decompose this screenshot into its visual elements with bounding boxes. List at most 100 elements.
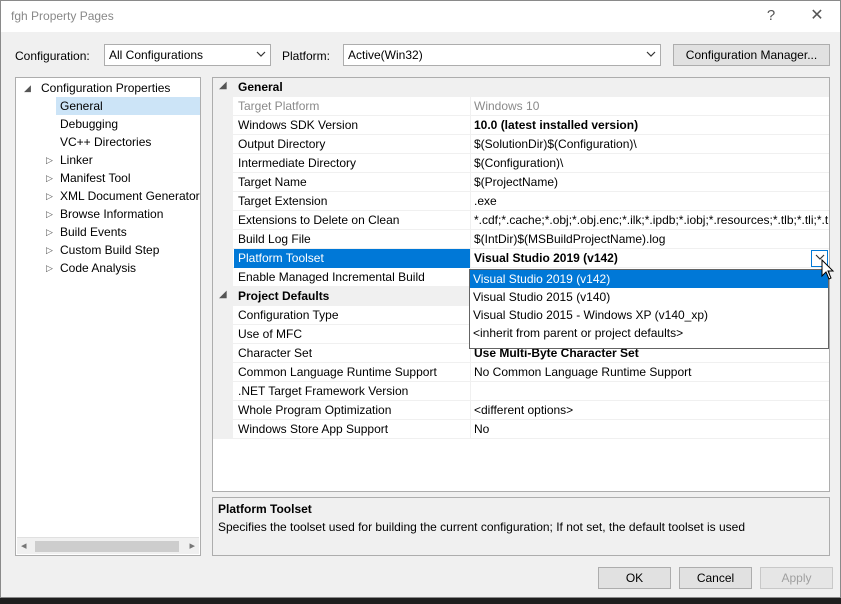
property-row[interactable]: Target Extension .exe xyxy=(213,192,829,211)
property-name: Platform Toolset xyxy=(238,251,324,265)
tree-item-vc-directories[interactable]: VC++ Directories xyxy=(56,133,200,151)
row-gutter xyxy=(213,116,233,135)
configuration-value: All Configurations xyxy=(109,48,204,62)
property-value: $(Configuration)\ xyxy=(474,156,564,170)
ok-button[interactable]: OK xyxy=(598,567,671,589)
property-value: $(IntDir)$(MSBuildProjectName).log xyxy=(474,232,666,246)
column-divider xyxy=(470,401,471,420)
tree-item-label: VC++ Directories xyxy=(60,135,152,149)
expand-icon[interactable]: ▷ xyxy=(46,205,53,223)
collapse-icon[interactable]: ◢ xyxy=(219,80,227,91)
property-row[interactable]: Output Directory $(SolutionDir)$(Configu… xyxy=(213,135,829,154)
property-name: .NET Target Framework Version xyxy=(238,384,409,398)
property-row[interactable]: Windows SDK Version 10.0 (latest install… xyxy=(213,116,829,135)
tree-item-xml-document-generator[interactable]: ▷ XML Document Generator xyxy=(42,187,200,205)
close-icon[interactable]: ✕ xyxy=(803,5,831,27)
tree-item-label: XML Document Generator xyxy=(60,189,200,203)
configuration-manager-button[interactable]: Configuration Manager... xyxy=(673,44,830,66)
scrollbar-thumb[interactable] xyxy=(35,541,179,552)
tree-item-manifest-tool[interactable]: ▷ Manifest Tool xyxy=(42,169,200,187)
scroll-left-icon[interactable]: ◂ xyxy=(21,539,27,552)
platform-value: Active(Win32) xyxy=(348,48,423,62)
column-divider xyxy=(470,211,471,230)
expand-icon[interactable]: ▷ xyxy=(46,259,53,277)
dropdown-option[interactable]: Visual Studio 2019 (v142) xyxy=(470,270,828,288)
expand-icon[interactable]: ▷ xyxy=(46,151,53,169)
row-gutter xyxy=(213,401,233,420)
tree-item-label: Manifest Tool xyxy=(60,171,131,185)
property-row[interactable]: Windows Store App Support No xyxy=(213,420,829,439)
tree-item-linker[interactable]: ▷ Linker xyxy=(42,151,200,169)
property-row[interactable]: Build Log File $(IntDir)$(MSBuildProject… xyxy=(213,230,829,249)
property-value: 10.0 (latest installed version) xyxy=(474,118,639,132)
collapse-icon[interactable]: ◢ xyxy=(24,79,31,97)
column-divider xyxy=(470,230,471,249)
tree-item-code-analysis[interactable]: ▷ Code Analysis xyxy=(42,259,200,277)
tree-item-label: Browse Information xyxy=(60,207,164,221)
row-gutter xyxy=(213,382,233,401)
expand-icon[interactable]: ▷ xyxy=(46,169,53,187)
property-row[interactable]: Common Language Runtime Support No Commo… xyxy=(213,363,829,382)
tree-item-label: Configuration Properties xyxy=(41,81,171,95)
property-value: Windows 10 xyxy=(474,99,540,113)
row-gutter xyxy=(213,192,233,211)
property-name: Use of MFC xyxy=(238,327,303,341)
help-icon[interactable]: ? xyxy=(757,5,785,27)
category-label: Project Defaults xyxy=(238,289,330,303)
tree-item-build-events[interactable]: ▷ Build Events xyxy=(42,223,200,241)
row-gutter xyxy=(213,135,233,154)
window-title: fgh Property Pages xyxy=(11,9,114,23)
expand-icon[interactable]: ▷ xyxy=(46,223,53,241)
description-title: Platform Toolset xyxy=(218,502,312,516)
tree-item-debugging[interactable]: Debugging xyxy=(56,115,200,133)
dropdown-option[interactable]: Visual Studio 2015 (v140) xyxy=(470,288,828,306)
column-divider xyxy=(470,363,471,382)
property-name: Target Extension xyxy=(238,194,328,208)
property-row-platform-toolset[interactable]: Platform Toolset Visual Studio 2019 (v14… xyxy=(213,249,829,268)
mouse-cursor-icon xyxy=(821,259,835,280)
expand-icon[interactable]: ▷ xyxy=(46,241,53,259)
tree-item-label: Linker xyxy=(60,153,93,167)
property-name: Extensions to Delete on Clean xyxy=(238,213,400,227)
dropdown-option[interactable]: <inherit from parent or project defaults… xyxy=(470,324,828,342)
expand-icon[interactable]: ▷ xyxy=(46,187,53,205)
chevron-down-icon xyxy=(646,47,656,64)
apply-button[interactable]: Apply xyxy=(760,567,833,589)
column-divider xyxy=(470,135,471,154)
platform-combo[interactable]: Active(Win32) xyxy=(343,44,661,66)
category-general[interactable]: ◢ General xyxy=(213,78,829,97)
tree-item-configuration-properties[interactable]: ◢ Configuration Properties xyxy=(20,79,200,97)
dropdown-option[interactable]: Visual Studio 2015 - Windows XP (v140_xp… xyxy=(470,306,828,324)
tree-item-label: Custom Build Step xyxy=(60,243,160,257)
column-divider xyxy=(470,116,471,135)
property-row[interactable]: Whole Program Optimization <different op… xyxy=(213,401,829,420)
collapse-icon[interactable]: ◢ xyxy=(219,289,227,300)
property-name: Common Language Runtime Support xyxy=(238,365,437,379)
row-gutter xyxy=(213,344,233,363)
title-bar: fgh Property Pages ? ✕ xyxy=(1,1,840,32)
property-name: Whole Program Optimization xyxy=(238,403,392,417)
row-gutter xyxy=(213,420,233,439)
property-name: Output Directory xyxy=(238,137,326,151)
scroll-right-icon[interactable]: ▸ xyxy=(189,539,195,552)
property-name: Windows Store App Support xyxy=(238,422,389,436)
property-row[interactable]: Target Platform Windows 10 xyxy=(213,97,829,116)
column-divider xyxy=(470,173,471,192)
property-row[interactable]: Extensions to Delete on Clean *.cdf;*.ca… xyxy=(213,211,829,230)
configuration-combo[interactable]: All Configurations xyxy=(104,44,271,66)
property-value: $(ProjectName) xyxy=(474,175,559,189)
property-name: Intermediate Directory xyxy=(238,156,357,170)
row-gutter xyxy=(213,230,233,249)
tree-item-general[interactable]: General xyxy=(56,97,200,115)
tree-horizontal-scrollbar[interactable]: ◂ ▸ xyxy=(17,537,199,554)
column-divider xyxy=(470,192,471,211)
tree-item-custom-build-step[interactable]: ▷ Custom Build Step xyxy=(42,241,200,259)
property-row[interactable]: Intermediate Directory $(Configuration)\ xyxy=(213,154,829,173)
tree-item-browse-information[interactable]: ▷ Browse Information xyxy=(42,205,200,223)
cancel-button[interactable]: Cancel xyxy=(679,567,752,589)
property-row[interactable]: .NET Target Framework Version xyxy=(213,382,829,401)
tree-item-label: General xyxy=(60,99,103,113)
property-row[interactable]: Target Name $(ProjectName) xyxy=(213,173,829,192)
description-panel: Platform Toolset Specifies the toolset u… xyxy=(212,497,830,556)
property-name: Enable Managed Incremental Build xyxy=(238,270,425,284)
